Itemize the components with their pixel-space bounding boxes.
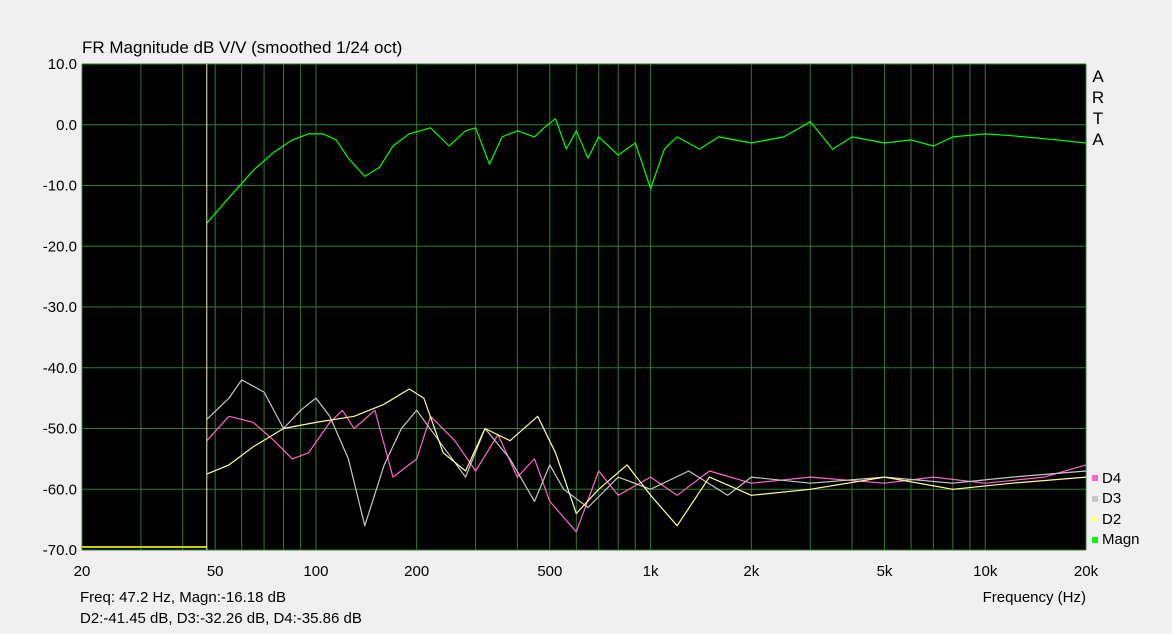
legend-item-d2[interactable]: D2 [1092, 509, 1140, 530]
x-tick-label: 20k [1074, 563, 1099, 580]
chart-svg: 10.0 0.0 -10.0 -20.0 -30.0 -40.0 -50.0 -60.0 -70… [43, 56, 1099, 580]
legend-label: D2 [1102, 510, 1122, 528]
y-tick-label: -70.0 [43, 542, 77, 559]
x-tick-label: 100 [303, 563, 328, 580]
legend: D4 D3 D2 Magn [1092, 468, 1140, 550]
x-tick-label: 200 [404, 563, 429, 580]
y-tick-label: -40.0 [43, 360, 77, 377]
legend-label: Magn [1102, 531, 1140, 549]
legend-swatch [1092, 536, 1098, 543]
x-tick-label: 20 [74, 563, 91, 580]
x-tick-label: 10k [973, 563, 998, 580]
legend-item-d4[interactable]: D4 [1092, 468, 1140, 489]
cursor-readout-line2: D2:-41.45 dB, D3:-32.26 dB, D4:-35.86 dB [80, 610, 362, 627]
legend-item-magn[interactable]: Magn [1092, 530, 1140, 551]
watermark-letter: R [1091, 88, 1105, 107]
y-tick-label: -50.0 [43, 421, 77, 438]
watermark-letter: T [1092, 109, 1104, 128]
x-axis-tick-labels: 20 50 100 200 500 1k 2k 5k 10k 20k [74, 563, 1099, 580]
y-tick-label: -30.0 [43, 299, 77, 316]
cursor-readout-line1: Freq: 47.2 Hz, Magn:-16.18 dB [80, 589, 286, 606]
x-tick-label: 2k [743, 563, 759, 580]
x-axis-label: Frequency (Hz) [982, 589, 1086, 606]
arta-watermark: A R T A [1091, 66, 1105, 150]
y-tick-label: 10.0 [48, 56, 77, 73]
y-tick-label: -60.0 [43, 481, 77, 498]
legend-label: D4 [1102, 469, 1122, 487]
chart-title: FR Magnitude dB V/V (smoothed 1/24 oct) [82, 38, 403, 57]
legend-swatch [1092, 475, 1098, 482]
y-axis-tick-labels: 10.0 0.0 -10.0 -20.0 -30.0 -40.0 -50.0 -60.0 -70… [43, 56, 77, 559]
legend-item-d3[interactable]: D3 [1092, 489, 1140, 510]
y-tick-label: -20.0 [43, 238, 77, 255]
x-tick-label: 50 [207, 563, 224, 580]
y-tick-label: 0.0 [56, 117, 77, 134]
x-tick-label: 500 [537, 563, 562, 580]
watermark-letter: A [1092, 130, 1104, 149]
x-tick-label: 5k [877, 563, 893, 580]
x-tick-label: 1k [643, 563, 659, 580]
legend-swatch [1092, 495, 1098, 502]
legend-swatch [1092, 516, 1098, 523]
watermark-letter: A [1092, 67, 1104, 86]
legend-label: D3 [1102, 490, 1122, 508]
y-tick-label: -10.0 [43, 178, 77, 195]
